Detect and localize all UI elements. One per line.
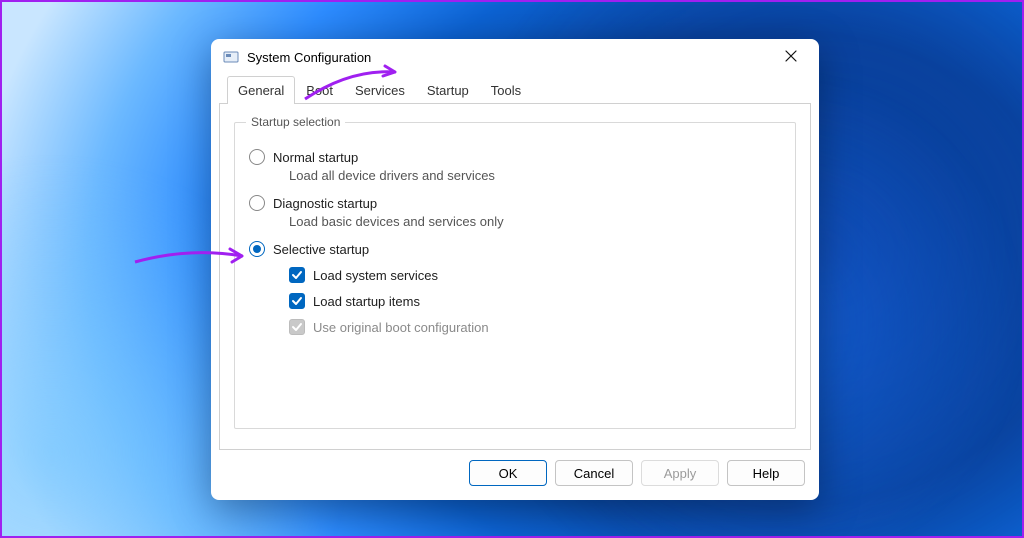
button-label: Help <box>753 466 780 481</box>
apply-button: Apply <box>641 460 719 486</box>
tab-boot[interactable]: Boot <box>295 76 344 103</box>
checkbox-load-startup-items[interactable]: Load startup items <box>289 293 781 309</box>
titlebar: System Configuration <box>211 39 819 75</box>
radio-icon <box>249 241 265 257</box>
button-label: OK <box>499 466 518 481</box>
radio-icon <box>249 195 265 211</box>
window-title: System Configuration <box>247 50 371 65</box>
checkbox-label: Use original boot configuration <box>313 320 489 335</box>
tab-bar: General Boot Services Startup Tools <box>219 76 811 104</box>
ok-button[interactable]: OK <box>469 460 547 486</box>
button-label: Apply <box>664 466 697 481</box>
tab-label: General <box>238 83 284 98</box>
radio-label: Selective startup <box>273 242 369 257</box>
close-button[interactable] <box>771 43 811 71</box>
radio-icon <box>249 149 265 165</box>
checkbox-icon <box>289 267 305 283</box>
tab-general[interactable]: General <box>227 76 295 103</box>
button-label: Cancel <box>574 466 614 481</box>
system-configuration-dialog: System Configuration General Boot Servic… <box>211 39 819 500</box>
radio-diagnostic-startup[interactable]: Diagnostic startup <box>249 195 781 211</box>
radio-label: Normal startup <box>273 150 358 165</box>
radio-desc-diagnostic: Load basic devices and services only <box>289 214 781 229</box>
tab-label: Tools <box>491 83 521 98</box>
tab-label: Startup <box>427 83 469 98</box>
tab-tools[interactable]: Tools <box>480 76 532 103</box>
dialog-button-bar: OK Cancel Apply Help <box>211 450 819 500</box>
radio-normal-startup[interactable]: Normal startup <box>249 149 781 165</box>
radio-selective-startup[interactable]: Selective startup <box>249 241 781 257</box>
cancel-button[interactable]: Cancel <box>555 460 633 486</box>
checkbox-use-original-boot-config: Use original boot configuration <box>289 319 781 335</box>
checkbox-label: Load system services <box>313 268 438 283</box>
radio-desc-normal: Load all device drivers and services <box>289 168 781 183</box>
tab-label: Boot <box>306 83 333 98</box>
app-icon <box>223 49 239 65</box>
tab-label: Services <box>355 83 405 98</box>
close-icon <box>785 50 797 64</box>
tab-startup[interactable]: Startup <box>416 76 480 103</box>
checkbox-icon <box>289 319 305 335</box>
checkbox-icon <box>289 293 305 309</box>
startup-selection-group: Startup selection Normal startup Load al… <box>234 115 796 429</box>
tab-panel-general: Startup selection Normal startup Load al… <box>219 103 811 450</box>
groupbox-legend: Startup selection <box>246 115 345 129</box>
help-button[interactable]: Help <box>727 460 805 486</box>
radio-label: Diagnostic startup <box>273 196 377 211</box>
checkbox-label: Load startup items <box>313 294 420 309</box>
checkbox-load-system-services[interactable]: Load system services <box>289 267 781 283</box>
tab-services[interactable]: Services <box>344 76 416 103</box>
